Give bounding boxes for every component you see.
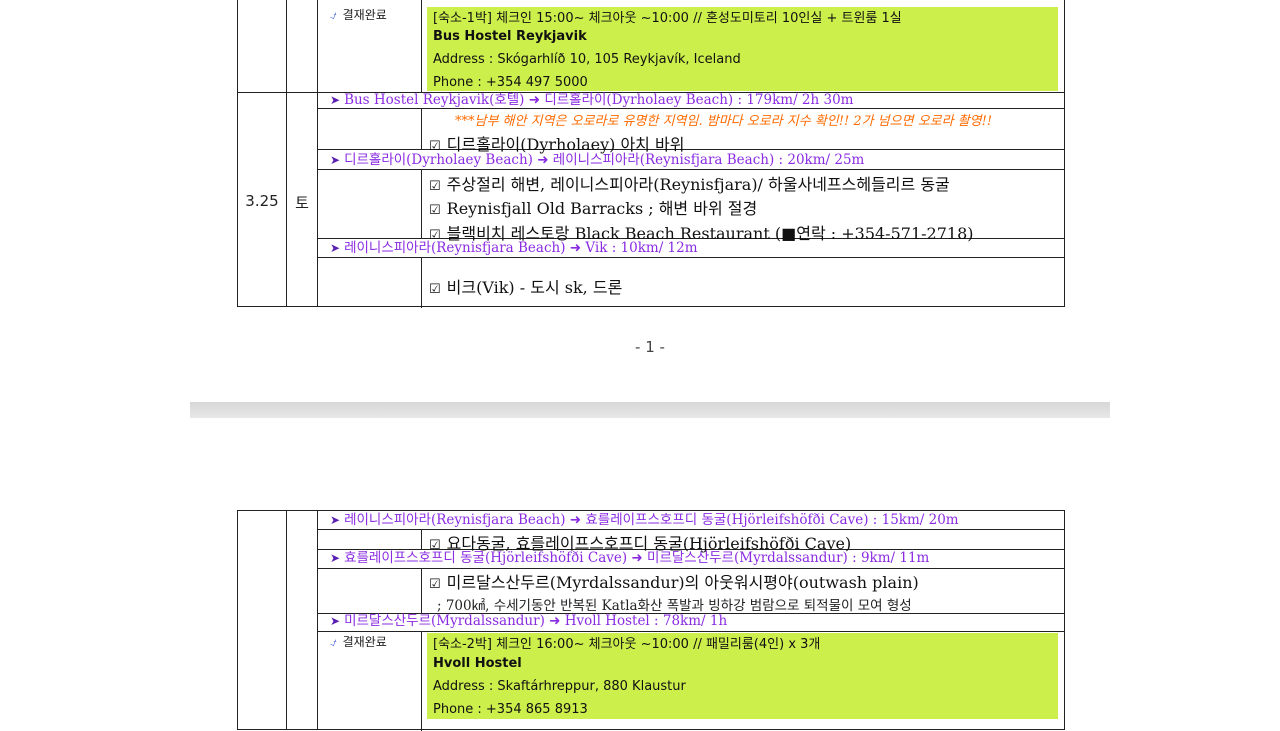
accommodation-highlight: [숙소-2박] 체크인 16:00~ 체크아웃 ~10:00 // 패밀리룸(4… [427,633,1058,719]
itinerary-table-page-2: ➤ 레이니스피아라(Reynisfjara Beach) ➜ 효를레이프스호프디 … [237,510,1065,731]
column-divider [421,108,422,149]
checked-box-icon: ☑ [429,282,441,297]
hostel-phone: Phone : +354 865 8913 [433,702,588,717]
column-divider [421,0,422,92]
paid-stamp-icon: ⍻ [330,8,337,22]
day-date: 3.25 [245,192,279,210]
column-divider [317,0,318,306]
route-row: ➤ 디르홀라이(Dyrholaey Beach) ➜ 레이니스피아라(Reynis… [330,152,865,168]
column-divider [286,511,287,729]
page-number: - 1 - [635,338,665,356]
column-divider [421,257,422,308]
row-divider [318,108,1064,109]
arrow-marker-icon: ➤ [330,241,341,255]
checked-box-icon: ☑ [429,577,441,592]
arrow-marker-icon: ➤ [330,614,341,628]
column-divider [286,0,287,306]
checked-box-icon: ☑ [429,179,441,194]
route-row: ➤ 레이니스피아라(Reynisfjara Beach) ➜ 효를레이프스호프디 … [330,512,959,528]
itinerary-table-page-1: ⍻ 결재완료 [숙소-1박] 체크인 15:00~ 체크아웃 ~10:00 // … [237,0,1065,308]
hostel-name: Hvoll Hostel [433,656,522,671]
column-divider [421,169,422,238]
checked-box-icon: ☑ [429,203,441,218]
hostel-phone: Phone : +354 497 5000 [433,75,588,90]
aurora-note: ***남부 해안 지역은 오로라로 유명한 지역임. 밤마다 오로라 지수 확인… [455,114,993,129]
accommodation-header: [숙소-2박] 체크인 16:00~ 체크아웃 ~10:00 // 패밀리룸(4… [433,637,821,652]
column-divider [421,529,422,549]
page-separator [190,402,1110,418]
hostel-name: Bus Hostel Reykjavik [433,29,587,44]
route-row: ➤ 레이니스피아라(Reynisfjara Beach) ➜ Vik : 10km… [330,240,698,256]
row-divider [318,169,1064,170]
column-divider [421,568,422,613]
arrow-marker-icon: ➤ [330,513,341,527]
hostel-address: Address : Skaftárhreppur, 880 Klaustur [433,679,686,694]
arrow-marker-icon: ➤ [330,93,341,107]
document-page-2: ➤ 레이니스피아라(Reynisfjara Beach) ➜ 효를레이프스호프디 … [0,418,1280,731]
arrow-marker-icon: ➤ [330,551,341,565]
accommodation-highlight: [숙소-1박] 체크인 15:00~ 체크아웃 ~10:00 // 혼성도미토리… [427,7,1058,91]
checklist-item: ☑ 미르달스산두르(Myrdalssandur)의 아웃워시평야(outwash … [429,573,919,592]
document-page-1: ⍻ 결재완료 [숙소-1박] 체크인 15:00~ 체크아웃 ~10:00 // … [0,0,1280,402]
paid-stamp-icon: ⍻ [330,635,337,649]
arrow-marker-icon: ➤ [330,153,341,167]
column-divider [317,511,318,729]
route-row: ➤ 미르달스산두르(Myrdalssandur) ➜ Hvoll Hostel :… [330,613,728,629]
route-row: ➤ Bus Hostel Reykjavik(호텔) ➜ 디르홀라이(Dyrhol… [330,92,854,108]
column-divider [421,631,422,731]
checklist-item: ☑ 비크(Vik) - 도시 sk, 드론 [429,278,623,297]
checklist-item: ☑ Reynisfjall Old Barracks ; 해변 바위 절경 [429,199,758,218]
row-divider [318,631,1064,632]
route-row: ➤ 효를레이프스호프디 동굴(Hjörleifshöfði Cave) ➜ 미르달… [330,550,930,566]
location-detail: ; 700㎢, 수세기동안 반복된 Katla화산 폭발과 빙하강 범람으로 퇴… [437,598,912,614]
day-weekday: 토 [295,194,309,212]
accommodation-header: [숙소-1박] 체크인 15:00~ 체크아웃 ~10:00 // 혼성도미토리… [433,11,902,26]
payment-status: ⍻ 결재완료 [330,8,387,22]
hostel-address: Address : Skógarhlíð 10, 105 Reykjavík, … [433,52,741,67]
row-divider [318,257,1064,258]
payment-status: ⍻ 결재완료 [330,635,387,649]
checklist-item: ☑ 주상절리 해변, 레이니스피아라(Reynisfjara)/ 하울사네프스헤들… [429,175,950,194]
